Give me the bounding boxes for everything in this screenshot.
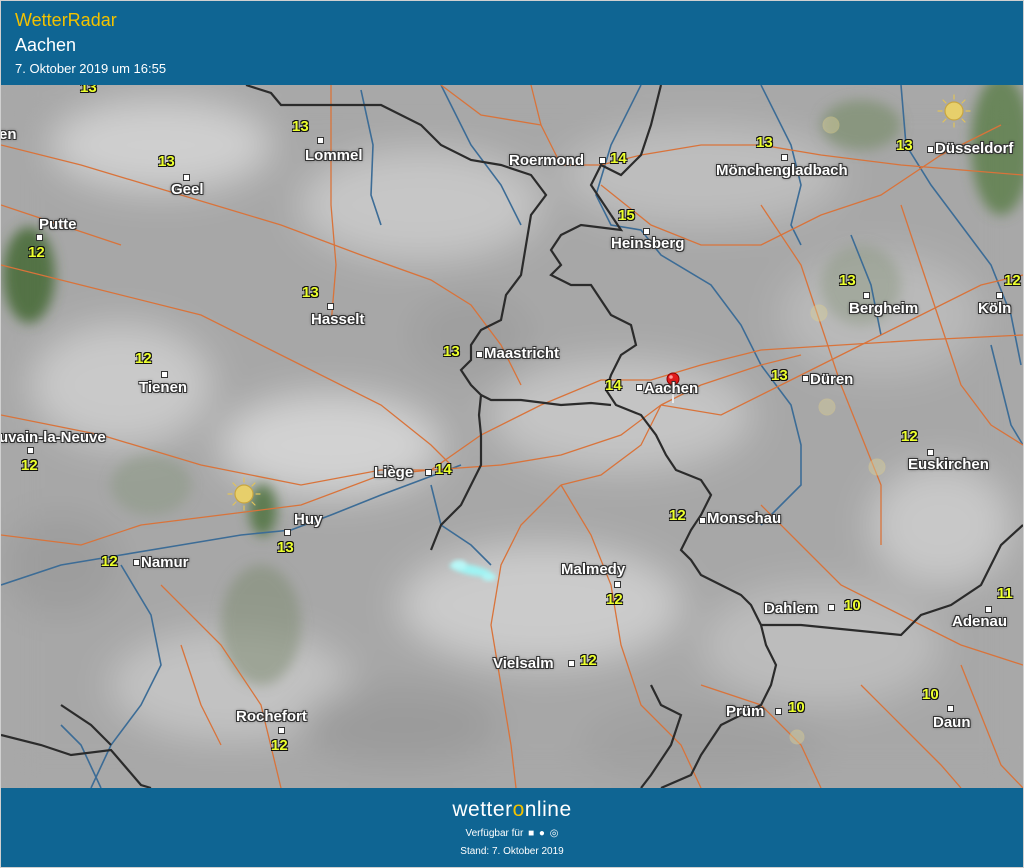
temperature-label: 13 bbox=[443, 343, 460, 360]
cloud-layer bbox=[1, 85, 1023, 788]
temperature-label: 14 bbox=[610, 150, 627, 167]
city-name-label: Putte bbox=[39, 216, 77, 233]
city-name-label: Dahlem bbox=[764, 600, 819, 617]
app-window: WetterRadar Aachen 7. Oktober 2019 um 16… bbox=[0, 0, 1024, 868]
temperature-label: 13 bbox=[158, 153, 175, 170]
temperature-label: 12 bbox=[901, 428, 918, 445]
city-name-label: Huy bbox=[294, 511, 323, 528]
temperature-label: 13 bbox=[80, 85, 97, 96]
temperature-label: 12 bbox=[271, 737, 288, 754]
temperature-label: 12 bbox=[1004, 272, 1021, 289]
temperature-label: 10 bbox=[844, 597, 861, 614]
city-name-label: Prüm bbox=[726, 703, 765, 720]
city-marker bbox=[317, 137, 324, 144]
city-name-label: Düsseldorf bbox=[935, 140, 1014, 157]
city-name-label: Köln bbox=[978, 300, 1012, 317]
city-name-label: uvain-la-Neuve bbox=[1, 429, 106, 446]
city-marker bbox=[161, 371, 168, 378]
city-marker bbox=[996, 292, 1003, 299]
city-name-label: Geel bbox=[171, 181, 204, 198]
city-marker bbox=[643, 228, 650, 235]
timestamp: 7. Oktober 2019 um 16:55 bbox=[15, 61, 167, 76]
city-marker bbox=[614, 581, 621, 588]
city-marker bbox=[476, 351, 483, 358]
header-bar: WetterRadar Aachen 7. Oktober 2019 um 16… bbox=[1, 1, 1023, 85]
city-marker bbox=[828, 604, 835, 611]
android-icon[interactable]: ■ bbox=[528, 828, 534, 839]
city-marker bbox=[327, 303, 334, 310]
app-title: WetterRadar bbox=[15, 10, 117, 30]
temperature-label: 14 bbox=[435, 461, 452, 478]
apple-icon[interactable]: ● bbox=[539, 828, 545, 839]
city-marker bbox=[425, 469, 432, 476]
city-name-label: Malmedy bbox=[561, 561, 626, 578]
city-name-label: Liège bbox=[374, 464, 414, 481]
city-marker bbox=[927, 146, 934, 153]
temperature-label: 11 bbox=[997, 585, 1013, 602]
availability-line: Verfügbar für ■ ● ◎ bbox=[1, 828, 1023, 839]
city-marker bbox=[636, 384, 643, 391]
city-marker bbox=[284, 529, 291, 536]
temperature-label: 14 bbox=[605, 377, 622, 394]
city-marker bbox=[699, 517, 706, 524]
temperature-label: 13 bbox=[277, 539, 294, 556]
city-marker bbox=[863, 292, 870, 299]
city-marker bbox=[599, 157, 606, 164]
availability-label: Verfügbar für bbox=[465, 828, 524, 839]
temperature-label: 13 bbox=[292, 118, 309, 135]
city-marker bbox=[27, 447, 34, 454]
temperature-label: 12 bbox=[135, 350, 152, 367]
temperature-label: 13 bbox=[756, 134, 773, 151]
temperature-label: 13 bbox=[771, 367, 788, 384]
temperature-label: 10 bbox=[788, 699, 805, 716]
radar-map[interactable]: 13 en 13 Lommel 13 Geel 12 Putte 13 Hass… bbox=[1, 85, 1023, 788]
city-name-label: Lommel bbox=[305, 147, 363, 164]
temperature-label: 12 bbox=[669, 507, 686, 524]
temperature-label: 10 bbox=[922, 686, 939, 703]
city-marker bbox=[568, 660, 575, 667]
city-marker bbox=[133, 559, 140, 566]
city-name-label: Heinsberg bbox=[611, 235, 685, 252]
city-marker bbox=[36, 234, 43, 241]
wetteronline-logo[interactable]: wetteronline bbox=[1, 798, 1023, 822]
city-name-label: Tienen bbox=[139, 379, 188, 396]
city-name-label: Euskirchen bbox=[908, 456, 989, 473]
city-name-label: Aachen bbox=[644, 380, 699, 397]
city-marker bbox=[927, 449, 934, 456]
temperature-label: 12 bbox=[606, 591, 623, 608]
temperature-label: 13 bbox=[302, 284, 319, 301]
city-marker bbox=[775, 708, 782, 715]
city-name-label: Düren bbox=[810, 371, 854, 388]
city-name-label: Bergheim bbox=[849, 300, 919, 317]
temperature-label: 13 bbox=[839, 272, 856, 289]
city-marker bbox=[947, 705, 954, 712]
temperature-label: 13 bbox=[896, 137, 913, 154]
city-marker bbox=[183, 174, 190, 181]
city-name-label: Rochefort bbox=[236, 708, 307, 725]
temperature-label: 12 bbox=[21, 457, 38, 474]
city-name-label: Daun bbox=[933, 714, 971, 731]
location-name: Aachen bbox=[15, 35, 77, 55]
city-name-label: Roermond bbox=[509, 152, 584, 169]
city-marker bbox=[781, 154, 788, 161]
city-name-label: Monschau bbox=[707, 510, 782, 527]
web-icon[interactable]: ◎ bbox=[550, 828, 559, 839]
city-name-label: Hasselt bbox=[311, 311, 365, 328]
city-marker bbox=[802, 375, 809, 382]
city-name-label: Maastricht bbox=[484, 345, 560, 362]
data-status-date: Stand: 7. Oktober 2019 bbox=[460, 846, 564, 857]
city-marker bbox=[985, 606, 992, 613]
map-canvas bbox=[1, 85, 1023, 788]
footer-bar: wetteronline Verfügbar für ■ ● ◎ Stand: … bbox=[1, 788, 1023, 867]
city-name-label: en bbox=[1, 126, 17, 143]
city-name-label: Adenau bbox=[952, 613, 1008, 630]
city-name-label: Namur bbox=[141, 554, 189, 571]
temperature-label: 15 bbox=[618, 207, 635, 224]
temperature-label: 12 bbox=[580, 652, 597, 669]
city-name-label: Vielsalm bbox=[493, 655, 554, 672]
temperature-label: 12 bbox=[28, 244, 45, 261]
temperature-label: 12 bbox=[101, 553, 118, 570]
city-name-label: Mönchengladbach bbox=[716, 162, 848, 179]
city-marker bbox=[278, 727, 285, 734]
